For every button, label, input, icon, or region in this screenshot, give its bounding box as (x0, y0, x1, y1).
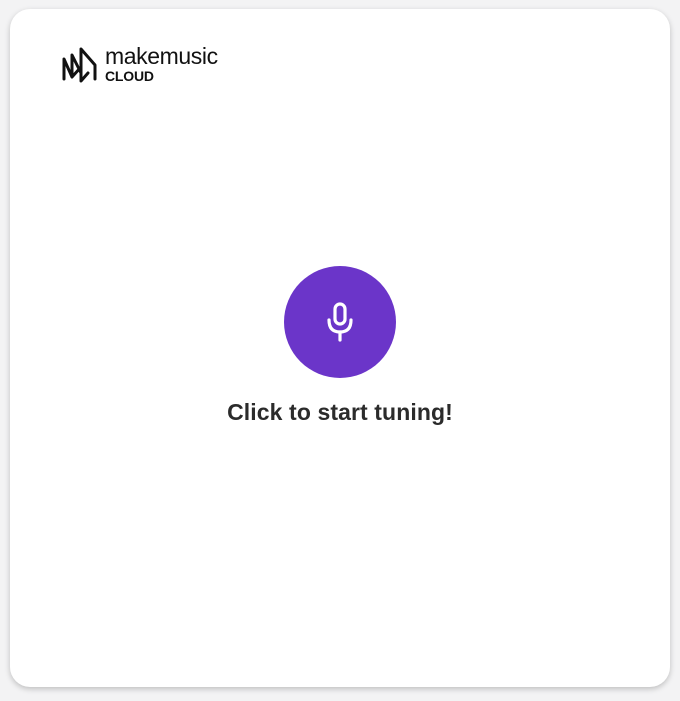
makemusic-logo-icon (62, 47, 97, 83)
makemusic-cloud-logo: makemusic CLOUD (61, 43, 218, 83)
microphone-icon (327, 302, 353, 342)
start-tuning-prompt: Click to start tuning! (227, 399, 453, 425)
brand-subname: CLOUD (105, 68, 154, 84)
tuner-card: makemusic CLOUD Click to start tuning! (10, 9, 670, 687)
start-tuning-button[interactable] (284, 266, 396, 378)
brand-name: makemusic (105, 43, 218, 69)
